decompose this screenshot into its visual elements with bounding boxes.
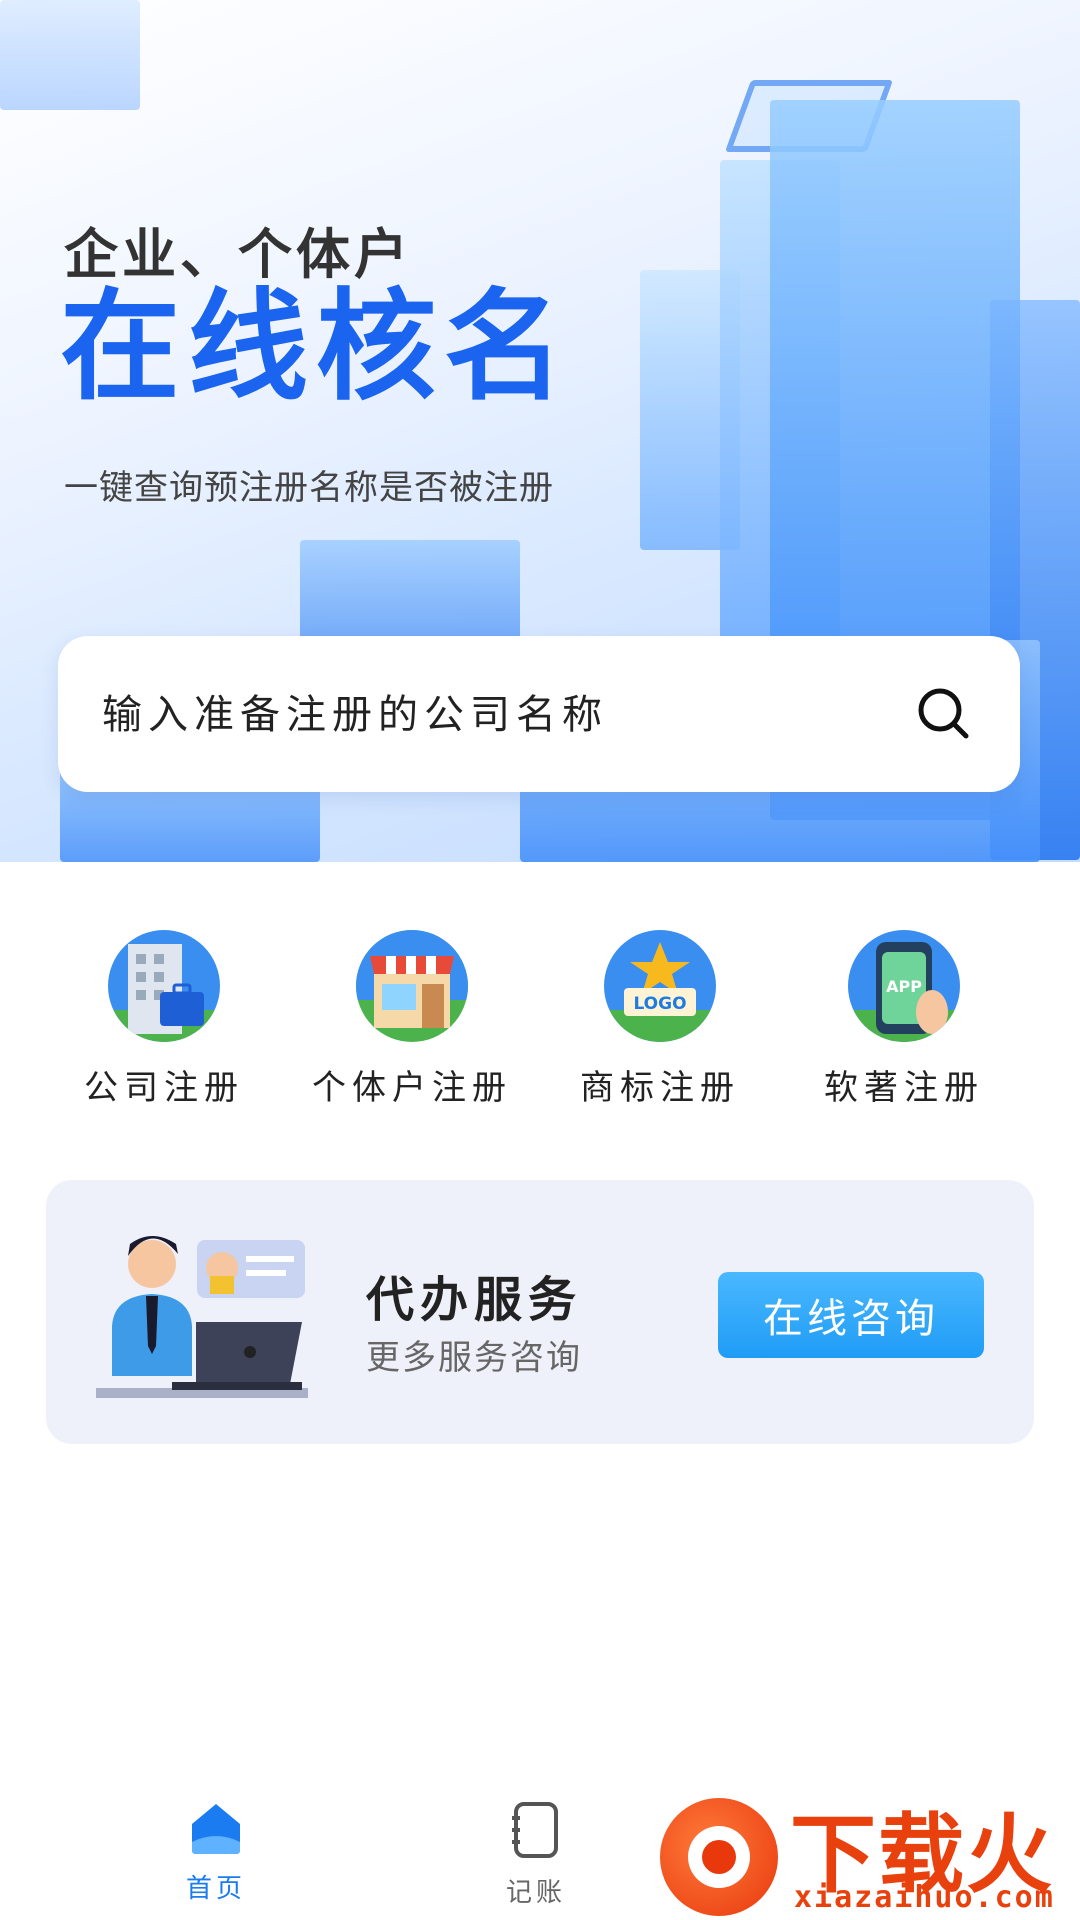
svg-text:APP: APP bbox=[886, 977, 922, 996]
svg-text:LOGO: LOGO bbox=[633, 994, 686, 1014]
hero-title: 在线核名 bbox=[60, 278, 572, 417]
agent-card-subtitle: 更多服务咨询 bbox=[366, 1338, 582, 1378]
hero-building-decoration bbox=[0, 0, 140, 110]
customer-service-illustration bbox=[96, 1236, 308, 1398]
service-label: 软著注册 bbox=[824, 1068, 984, 1108]
service-grid: 公司注册 个体户注册 LOGO 商标注册 APP 软著注册 bbox=[0, 930, 1080, 1120]
search-bar[interactable] bbox=[58, 636, 1020, 794]
service-label: 个体户注册 bbox=[312, 1068, 512, 1108]
office-building-icon bbox=[108, 930, 220, 1042]
phone-app-icon: APP bbox=[848, 930, 960, 1042]
nav-item-bookkeeping[interactable]: 记账 bbox=[456, 1800, 616, 1909]
service-software-copyright-registration[interactable]: APP 软著注册 bbox=[784, 930, 1024, 1109]
service-label: 商标注册 bbox=[580, 1068, 740, 1108]
online-consult-button[interactable]: 在线咨询 bbox=[718, 1272, 984, 1358]
service-company-registration[interactable]: 公司注册 bbox=[44, 930, 284, 1109]
service-individual-business-registration[interactable]: 个体户注册 bbox=[292, 930, 532, 1109]
watermark-url: xiazaihuo.com bbox=[794, 1880, 1055, 1915]
agent-card-title: 代办服务 bbox=[366, 1272, 583, 1328]
service-label: 公司注册 bbox=[84, 1068, 244, 1108]
watermark: 下载火 xiazaihuo.com bbox=[640, 1780, 1080, 1920]
logo-star-icon: LOGO bbox=[604, 930, 716, 1042]
agent-service-card: 代办服务 更多服务咨询 在线咨询 bbox=[46, 1180, 1034, 1444]
nav-label: 记账 bbox=[505, 1878, 566, 1908]
watermark-logo-icon bbox=[660, 1798, 778, 1916]
storefront-icon bbox=[356, 930, 468, 1042]
search-input[interactable] bbox=[100, 636, 884, 794]
search-icon[interactable] bbox=[916, 686, 972, 742]
nav-label: 首页 bbox=[185, 1874, 246, 1904]
notebook-icon bbox=[512, 1802, 558, 1858]
service-trademark-registration[interactable]: LOGO 商标注册 bbox=[540, 930, 780, 1109]
home-icon bbox=[192, 1804, 240, 1854]
hero-description: 一键查询预注册名称是否被注册 bbox=[64, 468, 554, 508]
nav-item-home[interactable]: 首页 bbox=[136, 1800, 296, 1905]
